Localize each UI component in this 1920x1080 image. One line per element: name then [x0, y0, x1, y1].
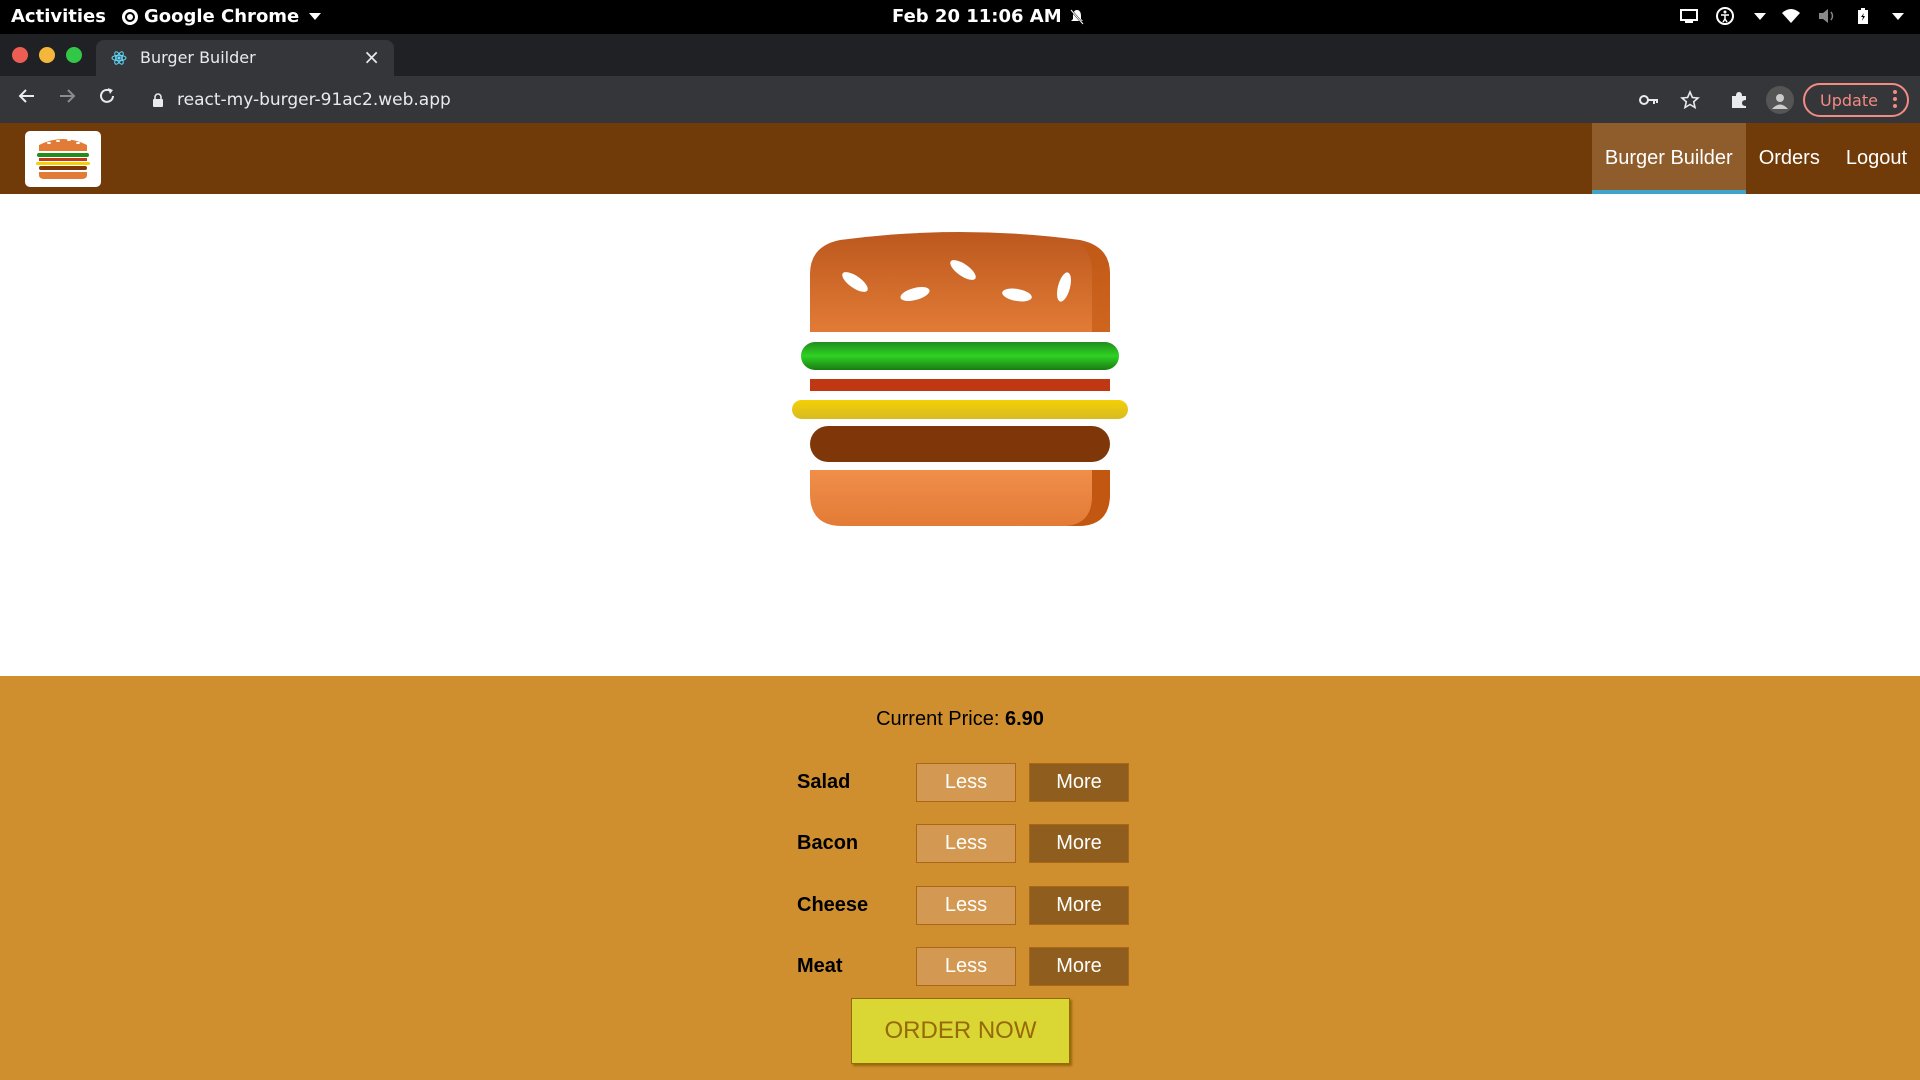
activities-button[interactable]: Activities — [11, 6, 106, 27]
ingredient-label: Bacon — [797, 832, 859, 854]
forward-button[interactable] — [53, 86, 81, 114]
app-toolbar: Burger Builder Orders Logout — [0, 123, 1920, 194]
browser-tab[interactable]: Burger Builder × — [96, 40, 394, 76]
logo — [25, 131, 101, 187]
system-tray — [1678, 6, 1904, 26]
extensions-icon[interactable] — [1727, 88, 1751, 112]
chevron-down-icon — [309, 13, 322, 20]
chrome-icon — [122, 8, 138, 25]
price-value: 6.90 — [1005, 708, 1044, 730]
app-menu-label: Google Chrome — [144, 6, 300, 27]
current-price: Current Price: 6.90 — [0, 708, 1920, 731]
bacon-layer — [810, 379, 1110, 391]
cheese-layer — [792, 400, 1128, 419]
clock[interactable]: Feb 20 11:06 AM — [892, 6, 1084, 27]
salad-layer — [801, 342, 1119, 370]
nav-link-logout[interactable]: Logout — [1833, 123, 1920, 194]
control-row-salad: Salad Less More — [797, 763, 1129, 803]
bacon-more-button[interactable]: More — [1029, 824, 1129, 863]
back-button[interactable] — [13, 86, 41, 114]
bread-top — [810, 232, 1110, 332]
close-icon[interactable]: × — [363, 45, 380, 69]
battery-icon[interactable] — [1852, 6, 1874, 26]
react-icon — [111, 50, 127, 66]
nav-link-burger-builder[interactable]: Burger Builder — [1591, 123, 1746, 194]
volume-icon[interactable] — [1816, 6, 1838, 26]
chevron-down-icon[interactable] — [1892, 12, 1904, 20]
more-vert-icon — [1893, 90, 1897, 108]
burger-preview — [0, 194, 1920, 676]
ingredient-label: Cheese — [797, 894, 869, 916]
bacon-less-button[interactable]: Less — [916, 824, 1016, 863]
control-row-bacon: Bacon Less More — [797, 824, 1129, 864]
screen-share-icon[interactable] — [1678, 6, 1700, 26]
salad-less-button[interactable]: Less — [916, 763, 1016, 802]
browser-tab-strip: Burger Builder × + — [0, 34, 1920, 102]
notifications-muted-icon — [1069, 8, 1084, 25]
meat-more-button[interactable]: More — [1029, 947, 1129, 986]
nav-link-orders[interactable]: Orders — [1746, 123, 1833, 194]
bread-bottom — [810, 470, 1110, 526]
lock-icon[interactable] — [152, 92, 164, 107]
reload-button[interactable] — [93, 86, 121, 114]
update-label: Update — [1820, 91, 1878, 110]
window-close-button[interactable] — [12, 47, 28, 63]
order-now-button[interactable]: ORDER NOW — [851, 998, 1070, 1064]
profile-avatar-icon[interactable] — [1766, 86, 1794, 114]
ingredient-label: Meat — [797, 955, 843, 977]
star-icon[interactable] — [1678, 88, 1702, 112]
tab-title: Burger Builder — [140, 48, 256, 67]
build-controls: Current Price: 6.90 Salad Less More Baco… — [0, 676, 1920, 1080]
meat-layer — [810, 426, 1110, 462]
address-bar[interactable]: react-my-burger-91ac2.web.app — [140, 82, 1630, 118]
app-menu[interactable]: Google Chrome — [122, 6, 322, 27]
key-icon[interactable] — [1637, 88, 1661, 112]
control-row-meat: Meat Less More — [797, 947, 1129, 987]
url-text[interactable]: react-my-burger-91ac2.web.app — [177, 90, 451, 110]
control-row-cheese: Cheese Less More — [797, 886, 1129, 926]
burger-logo-icon — [36, 139, 90, 179]
browser-toolbar: react-my-burger-91ac2.web.app Update — [0, 76, 1920, 123]
price-label: Current Price: — [876, 708, 1000, 730]
ingredient-label: Salad — [797, 771, 851, 793]
main-nav: Burger Builder Orders Logout — [1591, 123, 1920, 194]
salad-more-button[interactable]: More — [1029, 763, 1129, 802]
cheese-less-button[interactable]: Less — [916, 886, 1016, 925]
meat-less-button[interactable]: Less — [916, 947, 1016, 986]
wifi-icon[interactable] — [1780, 6, 1802, 26]
accessibility-icon[interactable] — [1714, 6, 1736, 26]
clock-text: Feb 20 11:06 AM — [892, 6, 1062, 27]
burger-illustration — [792, 232, 1128, 526]
window-maximize-button[interactable] — [66, 47, 82, 63]
update-button[interactable]: Update — [1803, 83, 1909, 117]
chevron-down-icon[interactable] — [1754, 12, 1766, 20]
system-top-bar: Activities Google Chrome Feb 20 11:06 AM — [0, 0, 1920, 34]
cheese-more-button[interactable]: More — [1029, 886, 1129, 925]
window-minimize-button[interactable] — [39, 47, 55, 63]
